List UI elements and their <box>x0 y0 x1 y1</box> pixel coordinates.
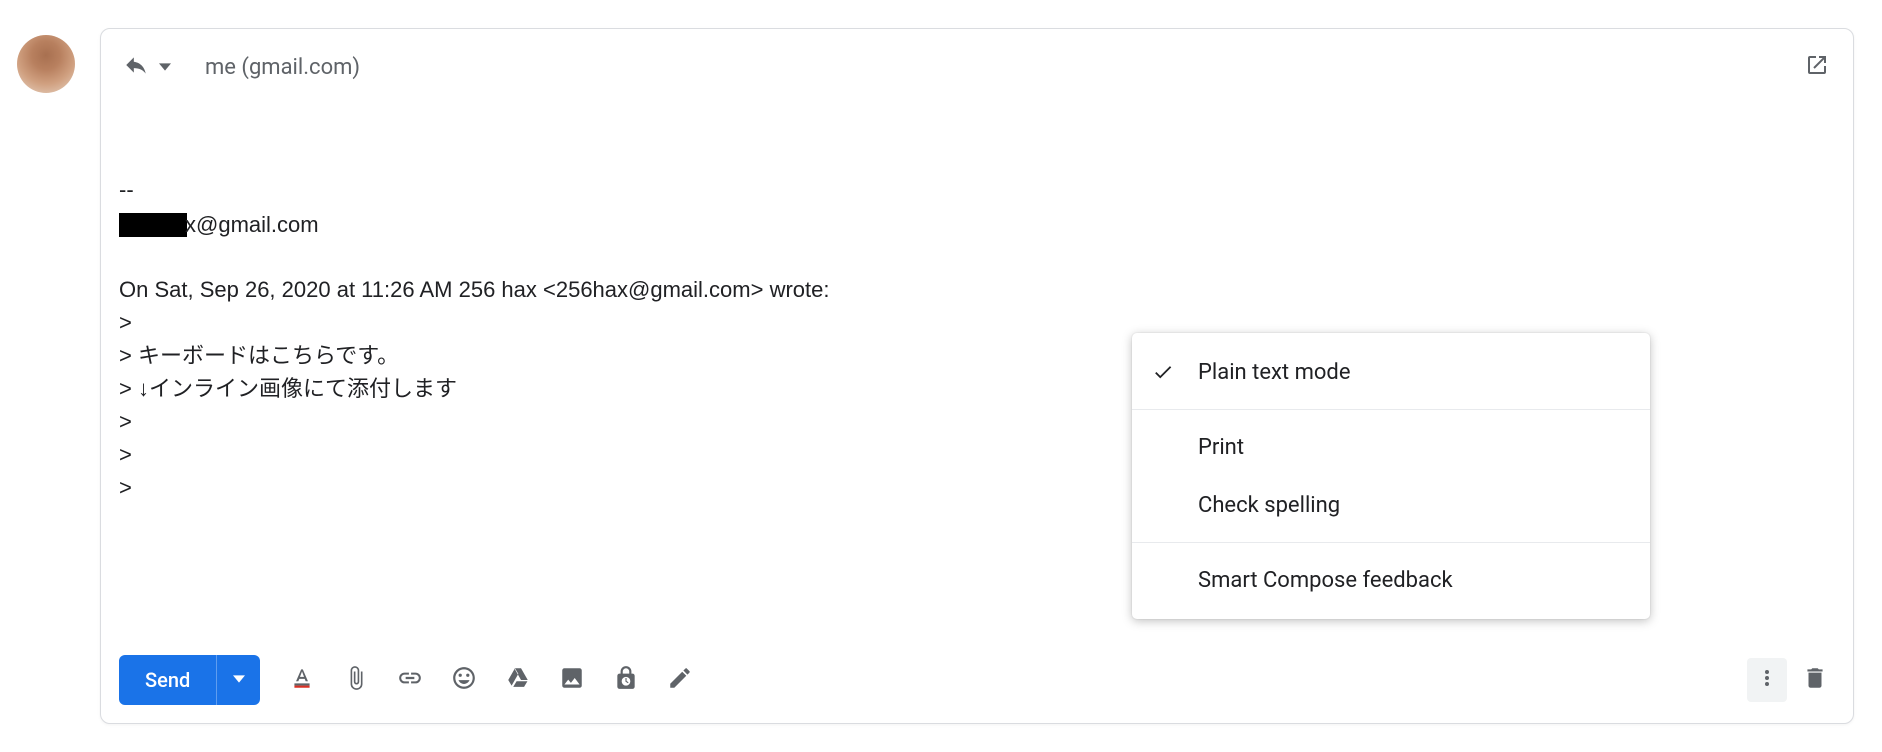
lock-clock-icon <box>613 665 639 695</box>
insert-photo-button[interactable] <box>546 658 598 702</box>
check-icon <box>1152 361 1198 383</box>
send-button[interactable]: Send <box>119 655 216 705</box>
attach-button[interactable] <box>330 658 382 702</box>
menu-label: Print <box>1198 435 1244 460</box>
recipients[interactable]: me (gmail.com) <box>205 55 360 80</box>
menu-item-check-spelling[interactable]: Check spelling <box>1132 476 1650 534</box>
photo-icon <box>559 665 585 695</box>
menu-label: Smart Compose feedback <box>1198 568 1453 593</box>
signature-separator: -- <box>119 173 1835 206</box>
discard-button[interactable] <box>1795 658 1835 702</box>
reply-type-button[interactable] <box>119 48 175 86</box>
quote-attribution: On Sat, Sep 26, 2020 at 11:26 AM 256 hax… <box>119 273 1835 306</box>
signature-email: x@gmail.com <box>119 208 1835 241</box>
menu-item-plain-text[interactable]: Plain text mode <box>1132 343 1650 401</box>
send-more-button[interactable] <box>216 655 260 705</box>
redacted-text <box>119 213 187 237</box>
link-icon <box>397 665 423 695</box>
insert-emoji-button[interactable] <box>438 658 490 702</box>
menu-separator <box>1132 542 1650 543</box>
confidential-mode-button[interactable] <box>600 658 652 702</box>
more-vertical-icon <box>1755 666 1779 694</box>
formatting-icons <box>276 658 706 702</box>
trash-icon <box>1802 665 1828 695</box>
reply-header: me (gmail.com) <box>101 29 1853 87</box>
toolbar-right <box>1747 658 1835 702</box>
menu-item-print[interactable]: Print <box>1132 418 1650 476</box>
menu-label: Plain text mode <box>1198 360 1351 385</box>
compose-toolbar: Send <box>119 655 1835 705</box>
more-options-menu: Plain text mode Print Check spelling Sma… <box>1132 333 1650 619</box>
insert-link-button[interactable] <box>384 658 436 702</box>
popout-icon <box>1805 62 1829 81</box>
pen-icon <box>667 665 693 695</box>
menu-item-smart-compose[interactable]: Smart Compose feedback <box>1132 551 1650 609</box>
reply-arrow-icon <box>123 52 149 82</box>
insert-signature-button[interactable] <box>654 658 706 702</box>
avatar[interactable] <box>17 35 75 93</box>
text-format-button[interactable] <box>276 658 328 702</box>
popout-button[interactable] <box>1799 47 1835 87</box>
insert-drive-button[interactable] <box>492 658 544 702</box>
drive-icon <box>505 665 531 695</box>
text-format-icon <box>289 665 315 695</box>
menu-label: Check spelling <box>1198 493 1340 518</box>
send-button-group: Send <box>119 655 260 705</box>
chevron-down-icon <box>233 673 245 688</box>
attachment-icon <box>343 665 369 695</box>
chevron-down-icon <box>159 58 171 77</box>
more-options-button[interactable] <box>1747 658 1787 702</box>
emoji-icon <box>451 665 477 695</box>
menu-separator <box>1132 409 1650 410</box>
